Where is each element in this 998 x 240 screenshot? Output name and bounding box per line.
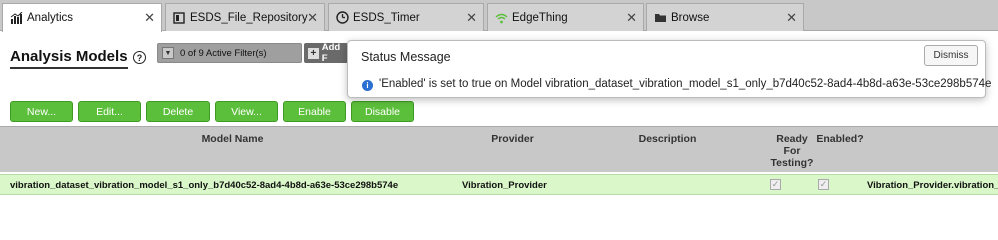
add-filter-button[interactable]: + Add F	[304, 42, 348, 64]
filter-box[interactable]: ▼ 0 of 9 Active Filter(s)	[157, 43, 302, 63]
page-title: Analysis Models	[10, 48, 128, 69]
tab-label: Browse	[671, 11, 710, 24]
tab-label: ESDS_File_Repository	[190, 11, 308, 24]
tab-esds-file-repository[interactable]: ESDS_File_Repository ✕	[165, 3, 325, 31]
dismiss-button[interactable]: Dismiss	[924, 45, 978, 66]
enable-button[interactable]: Enable	[283, 101, 346, 122]
status-message-text: 'Enabled' is set to true on Model vibrat…	[379, 78, 992, 90]
database-icon	[172, 11, 186, 25]
clock-icon	[335, 11, 349, 25]
close-icon[interactable]: ✕	[307, 10, 318, 26]
chevron-down-icon[interactable]: ▼	[162, 47, 174, 59]
tab-analytics[interactable]: Analytics ✕	[2, 3, 162, 32]
status-message-popup: Status Message Dismiss i 'Enabled' is se…	[347, 40, 991, 98]
ready-for-testing-checkbox: ✓	[770, 179, 781, 190]
help-icon[interactable]: ?	[133, 51, 146, 64]
tab-label: EdgeThing	[512, 11, 568, 24]
delete-button[interactable]: Delete	[146, 101, 210, 122]
add-filter-label: Add F	[321, 42, 341, 64]
cell-model-name: vibration_dataset_vibration_model_s1_onl…	[10, 180, 399, 191]
plus-icon: +	[308, 47, 319, 59]
column-header-ready-for-testing[interactable]: Ready For Testing?	[770, 133, 814, 169]
enabled-checkbox: ✓	[818, 179, 829, 190]
close-icon[interactable]: ✕	[466, 10, 477, 26]
filter-count: 0 of 9 Active Filter(s)	[180, 47, 267, 59]
column-header-model-name[interactable]: Model Name	[160, 133, 305, 145]
tab-esds-timer[interactable]: ESDS_Timer ✕	[328, 3, 484, 31]
info-icon: i	[362, 80, 373, 91]
new-button[interactable]: New...	[10, 101, 73, 122]
cell-provider: Vibration_Provider	[462, 180, 547, 191]
edit-button[interactable]: Edit...	[78, 101, 141, 122]
cell-extra: Vibration_Provider.vibration_da	[867, 180, 998, 191]
grid-header: Model Name Provider Description Ready Fo…	[0, 126, 998, 172]
close-icon[interactable]: ✕	[786, 10, 797, 26]
column-header-provider[interactable]: Provider	[470, 133, 555, 145]
close-icon[interactable]: ✕	[144, 10, 155, 26]
column-header-enabled[interactable]: Enabled?	[814, 133, 866, 145]
tab-label: Analytics	[27, 12, 74, 24]
status-title: Status Message	[361, 50, 451, 64]
view-button[interactable]: View...	[215, 101, 278, 122]
column-header-description[interactable]: Description	[625, 133, 710, 145]
table-row[interactable]: vibration_dataset_vibration_model_s1_onl…	[0, 174, 998, 195]
tab-strip: Analytics ✕ ESDS_File_Repository ✕ ESDS_…	[0, 0, 998, 32]
tab-label: ESDS_Timer	[353, 11, 420, 24]
tab-browse[interactable]: Browse ✕	[646, 3, 804, 31]
tab-edgething[interactable]: EdgeThing ✕	[487, 3, 644, 31]
folder-icon	[653, 11, 667, 25]
disable-button[interactable]: Disable	[351, 101, 414, 122]
wifi-icon	[494, 11, 508, 25]
bar-chart-icon	[9, 11, 23, 25]
close-icon[interactable]: ✕	[626, 10, 637, 26]
